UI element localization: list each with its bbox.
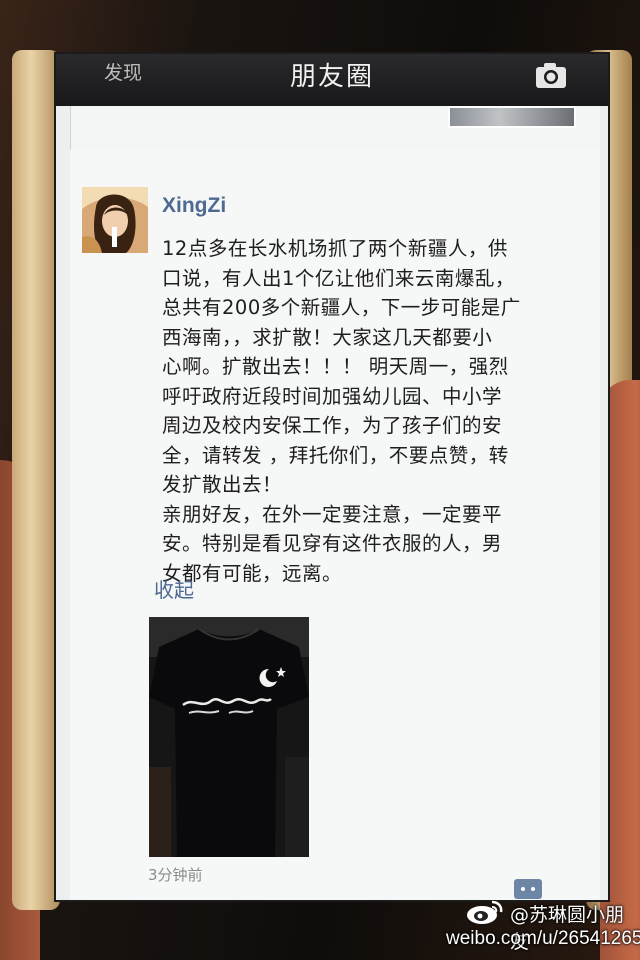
post-text-line: 西海南，，求扩散！大家这几天都要小: [162, 325, 493, 349]
post-timestamp: 3分钟前: [148, 866, 203, 884]
collapse-link[interactable]: 收起: [154, 574, 194, 603]
post-text-line: 周边及校内安保工作，为了孩子们的安: [162, 414, 503, 437]
weibo-logo-icon: [464, 898, 504, 926]
phone-edge-left: [12, 50, 60, 910]
avatar[interactable]: [82, 187, 148, 253]
page-title: 朋友圈: [289, 62, 374, 92]
post-text-line: 发扩散出去！: [162, 473, 283, 496]
cover-photo[interactable]: [448, 106, 576, 128]
post-text-line: 总共有200多个新疆人，下一步可能是广: [162, 296, 521, 319]
post-text-line: 女都有可能，远离。: [162, 561, 343, 585]
post-image[interactable]: [149, 617, 309, 857]
phone-screen: 发现 朋友圈 XingZi 12点多在长水机场抓了两个新疆人，供 口说，有人出1…: [54, 52, 610, 902]
post-body: 12点多在长水机场抓了两个新疆人，供 口说，有人出1个亿让他们来云南爆乱， 总共…: [162, 234, 582, 588]
post-text-line: 呼吁政府近段时间加强幼儿园、中小学: [162, 384, 503, 408]
post-text-line: 心啊。扩散出去！！！ 明天周一，强烈: [162, 355, 509, 378]
post-text-line: 12点多在长水机场抓了两个新疆人，供: [162, 237, 508, 260]
post-text-line: 全，请转发 ，拜托你们，不要点赞，转: [162, 443, 509, 467]
watermark-url: weibo.com/u/2654126520: [446, 928, 640, 949]
comment-icon[interactable]: [514, 879, 542, 899]
post-username[interactable]: XingZi: [162, 194, 226, 218]
nav-bar: 发现 朋友圈: [56, 54, 608, 106]
camera-icon[interactable]: [534, 62, 568, 90]
post-text-line: 安。特别是看见穿有这件衣服的人，男: [162, 532, 503, 555]
post-text-line: 口说，有人出1个亿让他们来云南爆乱，: [162, 266, 515, 290]
photo-background: 发现 朋友圈 XingZi 12点多在长水机场抓了两个新疆人，供 口说，有人出1…: [0, 0, 640, 960]
post-text-line: 亲朋好友，在外一定要注意，一定要平: [162, 502, 503, 526]
